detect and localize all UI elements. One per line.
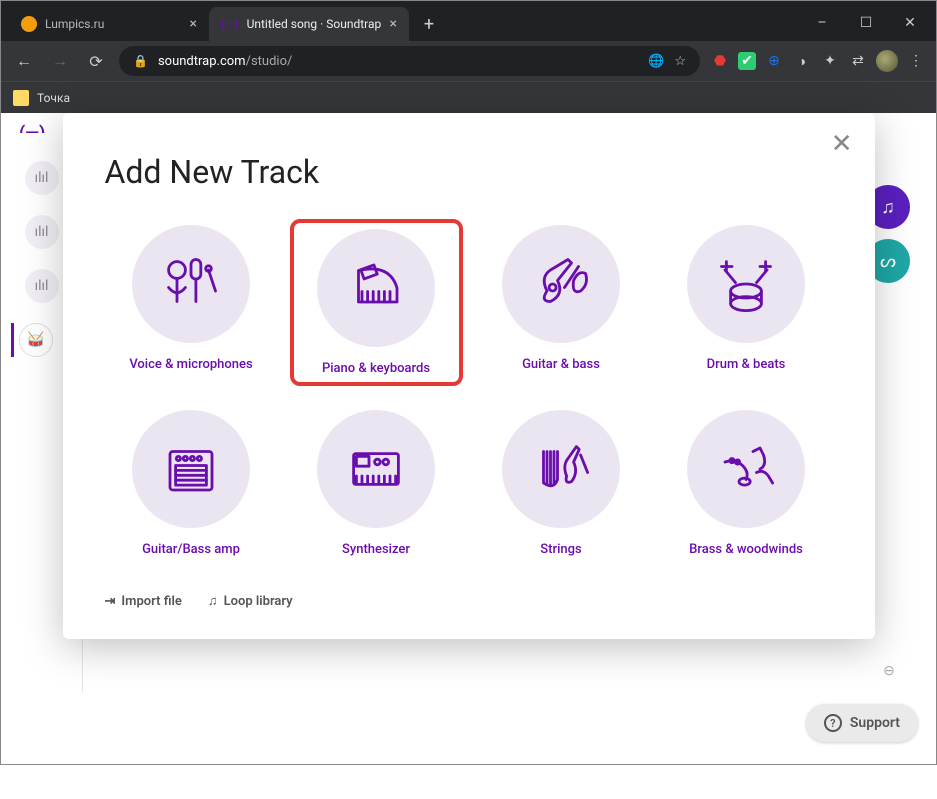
tab-title: Lumpics.ru <box>45 17 104 31</box>
tile-label: Drum & beats <box>707 357 786 372</box>
support-button[interactable]: ? Support <box>806 704 918 742</box>
guitar-icon <box>502 225 620 343</box>
toolbar: ← → ⟳ 🔒 soundtrap.com/studio/ 🌐 ☆ ⬣ ✔ ⊕ … <box>1 41 936 81</box>
modal-close-button[interactable]: ✕ <box>831 129 853 159</box>
import-file-link[interactable]: ⇥ Import file <box>105 593 182 609</box>
extension-icon[interactable]: ⊕ <box>764 51 784 71</box>
import-icon: ⇥ <box>105 594 116 609</box>
tile-label: Strings <box>540 542 581 557</box>
help-icon: ? <box>824 714 842 732</box>
instrument-tile-drums[interactable]: Drum & beats <box>660 219 833 386</box>
page-content: (—) ılıl ılıl ılıl 🥁 ♫ ᔕ ⊖ ✕ Add New Tra… <box>1 113 936 764</box>
menu-button[interactable]: ⋮ <box>906 51 926 71</box>
tile-label: Brass & woodwinds <box>689 542 803 557</box>
extensions: ⬣ ✔ ⊕ ◑ ✦ ⇄ ⋮ <box>710 50 926 72</box>
support-label: Support <box>850 715 900 731</box>
instrument-tile-piano[interactable]: Piano & keyboards <box>290 219 463 386</box>
url-path: /studio/ <box>246 54 293 69</box>
add-track-modal: ✕ Add New Track Voice & microphones Piano… <box>63 113 875 639</box>
extension-icon[interactable]: ✔ <box>738 52 756 70</box>
reload-button[interactable]: ⟳ <box>83 48 109 74</box>
bookmarks-bar: Точка <box>1 81 936 113</box>
tile-label: Piano & keyboards <box>322 361 430 376</box>
url-domain: soundtrap.com <box>158 54 246 69</box>
tile-label: Synthesizer <box>342 542 410 557</box>
extension-icon[interactable]: ✦ <box>820 51 840 71</box>
extension-icon[interactable]: ⬣ <box>710 51 730 71</box>
amp-icon <box>132 410 250 528</box>
piano-icon <box>317 229 435 347</box>
instrument-tile-synth[interactable]: Synthesizer <box>290 404 463 563</box>
loop-label: Loop library <box>224 594 293 609</box>
tab-soundtrap[interactable]: (—) Untitled song · Soundtrap × <box>209 7 409 41</box>
tab-lumpics[interactable]: Lumpics.ru × <box>9 7 209 41</box>
window-close[interactable]: ✕ <box>888 9 932 37</box>
tile-label: Guitar/Bass amp <box>142 542 240 557</box>
import-label: Import file <box>121 594 181 609</box>
extension-icon[interactable]: ◑ <box>792 51 812 71</box>
loop-icon: ♫ <box>208 593 218 609</box>
lock-icon: 🔒 <box>133 54 148 68</box>
forward-button[interactable]: → <box>47 48 73 74</box>
modal-footer: ⇥ Import file ♫ Loop library <box>105 593 833 609</box>
tab-title: Untitled song · Soundtrap <box>247 17 382 31</box>
address-bar[interactable]: 🔒 soundtrap.com/studio/ 🌐 ☆ <box>119 46 700 76</box>
instrument-tile-guitar[interactable]: Guitar & bass <box>475 219 648 386</box>
window-minimize[interactable]: – <box>800 9 844 37</box>
tab-close-icon[interactable]: × <box>190 16 197 32</box>
new-tab-button[interactable]: + <box>415 10 443 38</box>
tab-favicon-text: (—) <box>221 17 239 31</box>
translate-icon[interactable]: 🌐 <box>648 54 664 69</box>
instrument-tile-strings[interactable]: Strings <box>475 404 648 563</box>
tab-bar: Lumpics.ru × (—) Untitled song · Soundtr… <box>1 1 936 41</box>
instrument-tile-amp[interactable]: Guitar/Bass amp <box>105 404 278 563</box>
extension-icon[interactable]: ⇄ <box>848 51 868 71</box>
bookmark-folder-icon <box>13 90 29 106</box>
star-icon[interactable]: ☆ <box>674 54 686 69</box>
window-maximize[interactable]: ☐ <box>844 9 888 37</box>
profile-avatar[interactable] <box>876 50 898 72</box>
bookmark-label[interactable]: Точка <box>37 91 70 105</box>
tile-label: Guitar & bass <box>522 357 600 372</box>
instrument-tile-brass[interactable]: Brass & woodwinds <box>660 404 833 563</box>
synth-icon <box>317 410 435 528</box>
tile-label: Voice & microphones <box>129 357 252 372</box>
drums-icon <box>687 225 805 343</box>
strings-icon <box>502 410 620 528</box>
mic-icon <box>132 225 250 343</box>
modal-title: Add New Track <box>105 153 833 191</box>
instrument-grid: Voice & microphones Piano & keyboards Guit… <box>105 219 833 563</box>
modal-overlay: ✕ Add New Track Voice & microphones Piano… <box>1 113 936 764</box>
back-button[interactable]: ← <box>11 48 37 74</box>
brass-icon <box>687 410 805 528</box>
tab-close-icon[interactable]: × <box>390 16 397 32</box>
tab-favicon <box>21 16 37 32</box>
instrument-tile-mic[interactable]: Voice & microphones <box>105 219 278 386</box>
loop-library-link[interactable]: ♫ Loop library <box>208 593 293 609</box>
